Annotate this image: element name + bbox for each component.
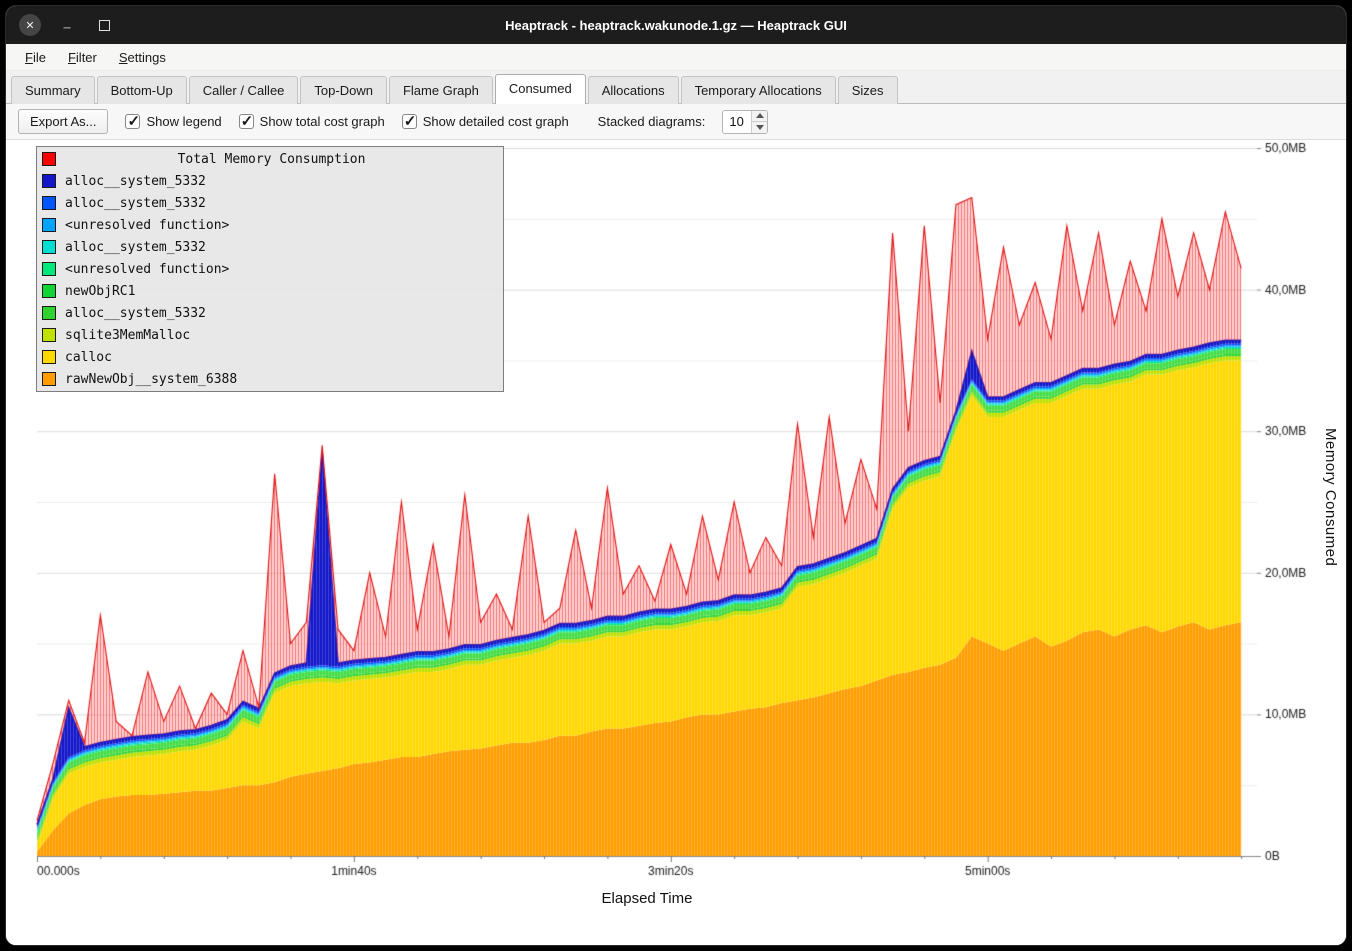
- show-total-cost-graph-checkbox[interactable]: Show total cost graph: [239, 114, 385, 129]
- legend-item: <unresolved function>: [37, 258, 503, 280]
- legend-swatch: [42, 174, 56, 188]
- legend-swatch: [42, 218, 56, 232]
- x-axis-title: Elapsed Time: [6, 890, 1288, 907]
- stacked-diagrams-label: Stacked diagrams:: [598, 114, 706, 129]
- show-legend-checkbox[interactable]: Show legend: [125, 114, 221, 129]
- legend-title: Total Memory Consumption: [65, 152, 498, 167]
- tab-flame-graph[interactable]: Flame Graph: [389, 76, 493, 104]
- checkbox-label: Show total cost graph: [260, 114, 385, 129]
- menu-settings[interactable]: Settings: [110, 47, 175, 68]
- tab-sizes[interactable]: Sizes: [838, 76, 898, 104]
- legend-item: sqlite3MemMalloc: [37, 324, 503, 346]
- legend-label: alloc__system_5332: [65, 306, 206, 321]
- tab-caller-callee[interactable]: Caller / Callee: [189, 76, 299, 104]
- tab-consumed[interactable]: Consumed: [495, 74, 586, 104]
- legend-label: alloc__system_5332: [65, 196, 206, 211]
- menu-file[interactable]: File: [16, 47, 55, 68]
- legend-swatch: [42, 240, 56, 254]
- legend-swatch: [42, 152, 56, 166]
- legend-item: calloc: [37, 346, 503, 368]
- toolbar: Export As... Show legend Show total cost…: [6, 104, 1346, 140]
- legend-label: sqlite3MemMalloc: [65, 328, 190, 343]
- legend-swatch: [42, 350, 56, 364]
- close-icon[interactable]: [19, 14, 41, 36]
- spin-down-icon[interactable]: [752, 121, 767, 133]
- tab-top-down[interactable]: Top-Down: [300, 76, 387, 104]
- tab-summary[interactable]: Summary: [11, 76, 95, 104]
- legend-swatch: [42, 306, 56, 320]
- chart-legend: Total Memory Consumption alloc__system_5…: [36, 146, 504, 392]
- legend-label: alloc__system_5332: [65, 174, 206, 189]
- legend-label: alloc__system_5332: [65, 240, 206, 255]
- legend-item: alloc__system_5332: [37, 302, 503, 324]
- y-axis-title: Memory Consumed: [1322, 428, 1339, 566]
- window-title: Heaptrack - heaptrack.wakunode.1.gz — He…: [6, 18, 1346, 33]
- tab-allocations[interactable]: Allocations: [588, 76, 679, 104]
- chart-region: Total Memory Consumption alloc__system_5…: [6, 140, 1346, 945]
- legend-title-row: Total Memory Consumption: [37, 148, 503, 170]
- legend-item: alloc__system_5332: [37, 170, 503, 192]
- tab-temporary-allocations[interactable]: Temporary Allocations: [681, 76, 836, 104]
- menu-bar: File Filter Settings: [6, 44, 1346, 71]
- window-controls: [6, 14, 115, 36]
- stacked-diagrams-spinbox[interactable]: [722, 110, 768, 134]
- legend-swatch: [42, 196, 56, 210]
- legend-item: newObjRC1: [37, 280, 503, 302]
- checkbox-label: Show legend: [146, 114, 221, 129]
- minimize-icon[interactable]: [56, 14, 78, 36]
- legend-item: rawNewObj__system_6388: [37, 368, 503, 390]
- checkbox-label: Show detailed cost graph: [423, 114, 569, 129]
- titlebar: Heaptrack - heaptrack.wakunode.1.gz — He…: [6, 6, 1346, 44]
- checkbox-box[interactable]: [239, 114, 254, 129]
- legend-swatch: [42, 372, 56, 386]
- legend-swatch: [42, 262, 56, 276]
- legend-label: rawNewObj__system_6388: [65, 372, 237, 387]
- spin-up-icon[interactable]: [752, 111, 767, 122]
- legend-swatch: [42, 328, 56, 342]
- menu-filter[interactable]: Filter: [59, 47, 106, 68]
- legend-label: <unresolved function>: [65, 218, 229, 233]
- legend-swatch: [42, 284, 56, 298]
- stacked-diagrams-input[interactable]: [723, 111, 751, 133]
- checkbox-box[interactable]: [402, 114, 417, 129]
- tab-bottom-up[interactable]: Bottom-Up: [97, 76, 187, 104]
- tab-bar: Summary Bottom-Up Caller / Callee Top-Do…: [6, 71, 1346, 104]
- checkbox-box[interactable]: [125, 114, 140, 129]
- app-window: Heaptrack - heaptrack.wakunode.1.gz — He…: [6, 6, 1346, 945]
- legend-label: calloc: [65, 350, 112, 365]
- show-detailed-cost-graph-checkbox[interactable]: Show detailed cost graph: [402, 114, 569, 129]
- legend-label: newObjRC1: [65, 284, 135, 299]
- legend-item: alloc__system_5332: [37, 236, 503, 258]
- legend-label: <unresolved function>: [65, 262, 229, 277]
- legend-item: alloc__system_5332: [37, 192, 503, 214]
- legend-item: <unresolved function>: [37, 214, 503, 236]
- spinner-buttons: [751, 111, 767, 133]
- export-as-button[interactable]: Export As...: [18, 109, 108, 134]
- maximize-icon[interactable]: [93, 14, 115, 36]
